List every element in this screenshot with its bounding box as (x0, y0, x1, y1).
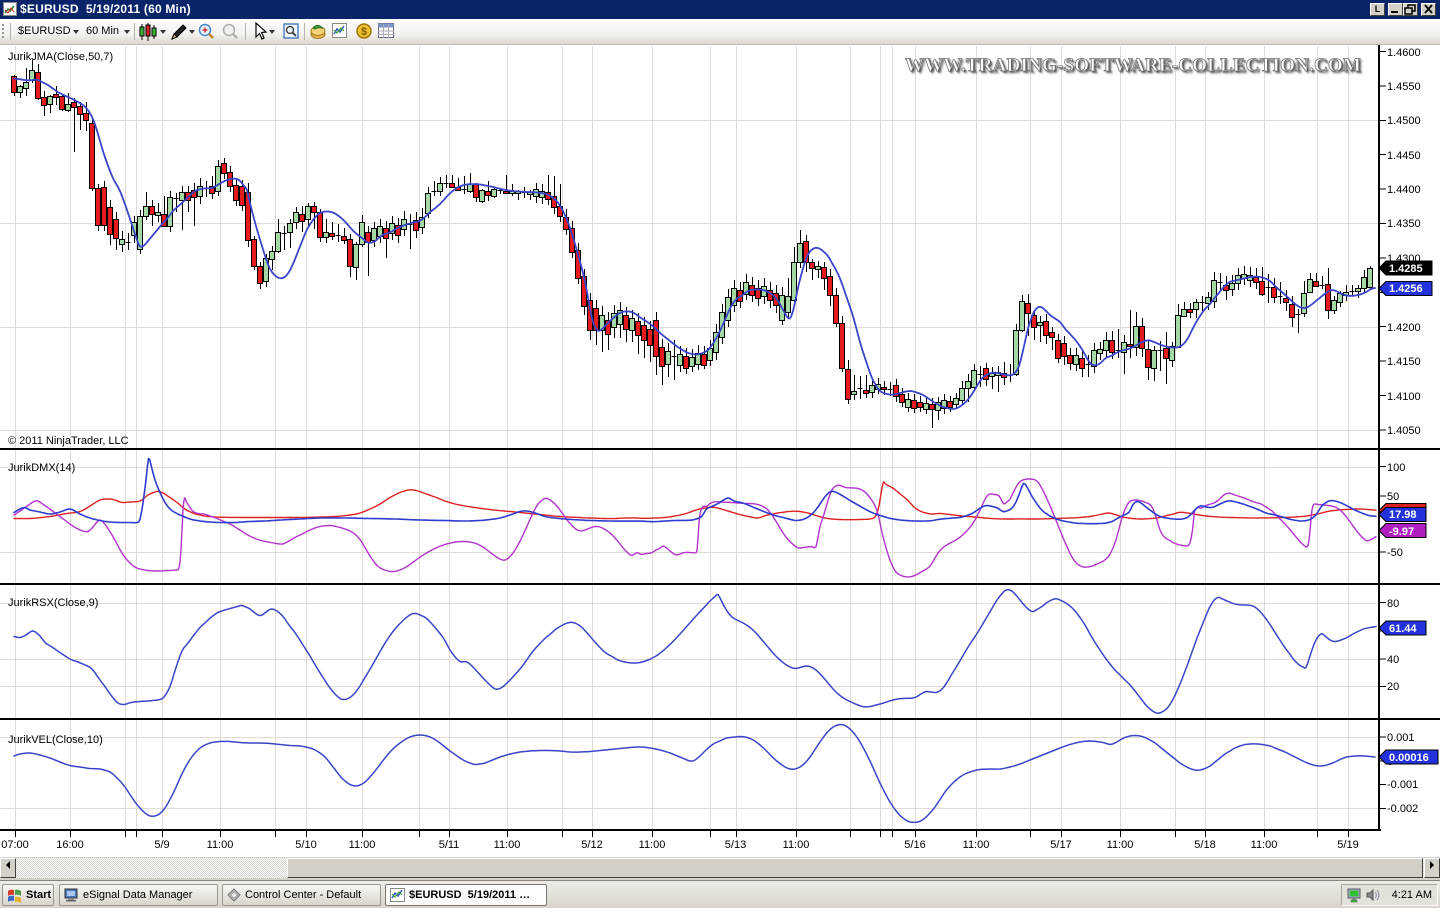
svg-text:11:00: 11:00 (783, 839, 810, 851)
svg-text:1.4550: 1.4550 (1387, 81, 1421, 93)
svg-text:11:00: 11:00 (494, 839, 521, 851)
svg-text:80: 80 (1387, 598, 1399, 610)
svg-text:11:00: 11:00 (349, 839, 376, 851)
svg-text:40: 40 (1387, 654, 1399, 666)
svg-text:1.4400: 1.4400 (1387, 184, 1421, 196)
svg-text:1.4050: 1.4050 (1387, 425, 1421, 437)
svg-text:100: 100 (1387, 462, 1405, 474)
svg-text:5/13: 5/13 (725, 839, 746, 851)
svg-text:17.98: 17.98 (1389, 509, 1417, 521)
svg-text:1.4450: 1.4450 (1387, 150, 1421, 162)
svg-text:1.4350: 1.4350 (1387, 218, 1421, 230)
svg-text:5/17: 5/17 (1050, 839, 1071, 851)
svg-text:11:00: 11:00 (1251, 839, 1278, 851)
svg-text:JurikRSX(Close,9): JurikRSX(Close,9) (8, 597, 98, 609)
svg-text:© 2011 NinjaTrader, LLC: © 2011 NinjaTrader, LLC (8, 435, 129, 447)
svg-text:5/11: 5/11 (439, 839, 460, 851)
svg-text:50: 50 (1387, 491, 1399, 503)
svg-text:1.4150: 1.4150 (1387, 356, 1421, 368)
svg-text:1.4500: 1.4500 (1387, 115, 1421, 127)
svg-text:JurikVEL(Close,10): JurikVEL(Close,10) (8, 734, 103, 746)
svg-text:JurikJMA(Close,50,7): JurikJMA(Close,50,7) (8, 51, 113, 63)
svg-text:07:00: 07:00 (1, 839, 29, 851)
svg-text:0.001: 0.001 (1387, 732, 1415, 744)
svg-text:-9.97: -9.97 (1389, 526, 1414, 538)
svg-text:-50: -50 (1387, 547, 1403, 559)
svg-text:5/10: 5/10 (295, 839, 316, 851)
svg-text:5/12: 5/12 (581, 839, 602, 851)
svg-text:11:00: 11:00 (639, 839, 666, 851)
svg-text:5/18: 5/18 (1194, 839, 1215, 851)
svg-text:20: 20 (1387, 681, 1399, 693)
svg-text:-0.002: -0.002 (1387, 803, 1418, 815)
svg-text:11:00: 11:00 (207, 839, 234, 851)
svg-text:11:00: 11:00 (963, 839, 990, 851)
svg-text:JurikDMX(14): JurikDMX(14) (8, 462, 75, 474)
svg-text:5/9: 5/9 (154, 839, 169, 851)
svg-text:11:00: 11:00 (1107, 839, 1134, 851)
svg-text:-0.001: -0.001 (1387, 779, 1418, 791)
svg-text:$: $ (361, 26, 367, 38)
svg-text:61.44: 61.44 (1389, 623, 1417, 635)
svg-text:0.00016: 0.00016 (1389, 752, 1429, 764)
svg-text:1.4285: 1.4285 (1389, 263, 1423, 275)
svg-text:1.4200: 1.4200 (1387, 322, 1421, 334)
svg-text:1.4100: 1.4100 (1387, 391, 1421, 403)
svg-text:5/19: 5/19 (1337, 839, 1358, 851)
svg-text:5/16: 5/16 (904, 839, 925, 851)
svg-text:1.4600: 1.4600 (1387, 47, 1421, 59)
svg-text:16:00: 16:00 (56, 839, 84, 851)
svg-text:1.4256: 1.4256 (1389, 283, 1423, 295)
